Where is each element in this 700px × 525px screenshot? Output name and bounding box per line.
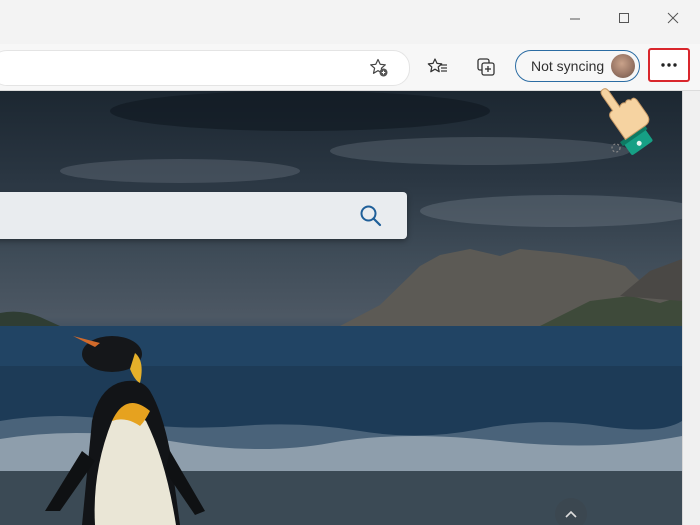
favorites-button[interactable] (423, 52, 453, 82)
minimize-icon (570, 18, 580, 20)
minimize-button[interactable] (552, 4, 598, 32)
vertical-scrollbar[interactable] (682, 91, 700, 525)
settings-and-more-button[interactable] (648, 48, 690, 82)
background-image (0, 91, 682, 525)
pointing-hand-icon (600, 88, 653, 155)
add-favorite-button[interactable] (364, 53, 394, 83)
maximize-button[interactable] (601, 4, 647, 32)
star-plus-icon (370, 58, 388, 77)
new-tab-page (0, 91, 682, 525)
collections-icon (477, 58, 495, 76)
web-search-box[interactable] (0, 192, 407, 239)
chevron-up-icon (565, 510, 577, 518)
favorites-list-icon (427, 58, 447, 73)
ellipsis-icon (661, 63, 677, 67)
title-bar (0, 0, 700, 44)
close-button[interactable] (650, 4, 696, 32)
sync-status-label: Not syncing (531, 58, 605, 74)
address-bar[interactable] (0, 50, 410, 86)
close-icon (667, 12, 679, 24)
search-icon[interactable] (359, 204, 383, 228)
maximize-icon (619, 13, 629, 23)
scroll-up-button[interactable] (555, 498, 587, 525)
avatar (611, 54, 635, 78)
collections-button[interactable] (471, 52, 501, 82)
